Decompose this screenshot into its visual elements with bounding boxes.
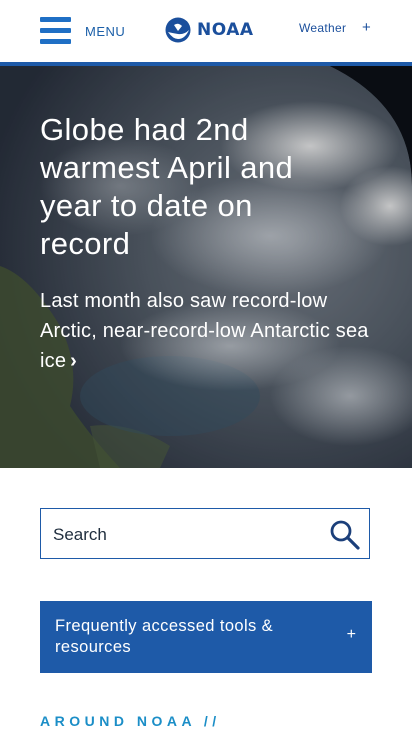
weather-link[interactable]: Weather bbox=[299, 21, 346, 35]
hamburger-menu-icon[interactable] bbox=[40, 17, 71, 44]
chevron-right-icon: › bbox=[70, 350, 78, 372]
hero-subheadline-link[interactable]: Last month also saw record-low Arctic, n… bbox=[40, 286, 385, 376]
menu-label[interactable]: MENU bbox=[85, 24, 125, 39]
noaa-logo[interactable]: NOAA bbox=[165, 17, 254, 43]
noaa-logo-text: NOAA bbox=[197, 20, 254, 40]
hero-headline[interactable]: Globe had 2nd warmest April and year to … bbox=[40, 111, 330, 263]
noaa-emblem-icon bbox=[165, 17, 191, 43]
tools-accordion[interactable]: Frequently accessed tools & resources + bbox=[40, 601, 372, 673]
plus-icon: + bbox=[346, 626, 356, 643]
weather-expand-icon[interactable]: + bbox=[362, 19, 371, 36]
site-header: MENU NOAA Weather + bbox=[0, 0, 412, 66]
search-box bbox=[40, 508, 370, 560]
tools-accordion-label: Frequently accessed tools & resources bbox=[55, 617, 274, 656]
hero-subheadline-text: Last month also saw record-low Arctic, n… bbox=[40, 290, 369, 372]
search-input[interactable] bbox=[51, 509, 325, 560]
hero-banner[interactable]: Globe had 2nd warmest April and year to … bbox=[0, 66, 412, 468]
around-noaa-heading: AROUND NOAA // bbox=[40, 713, 221, 729]
search-icon[interactable] bbox=[329, 519, 361, 551]
